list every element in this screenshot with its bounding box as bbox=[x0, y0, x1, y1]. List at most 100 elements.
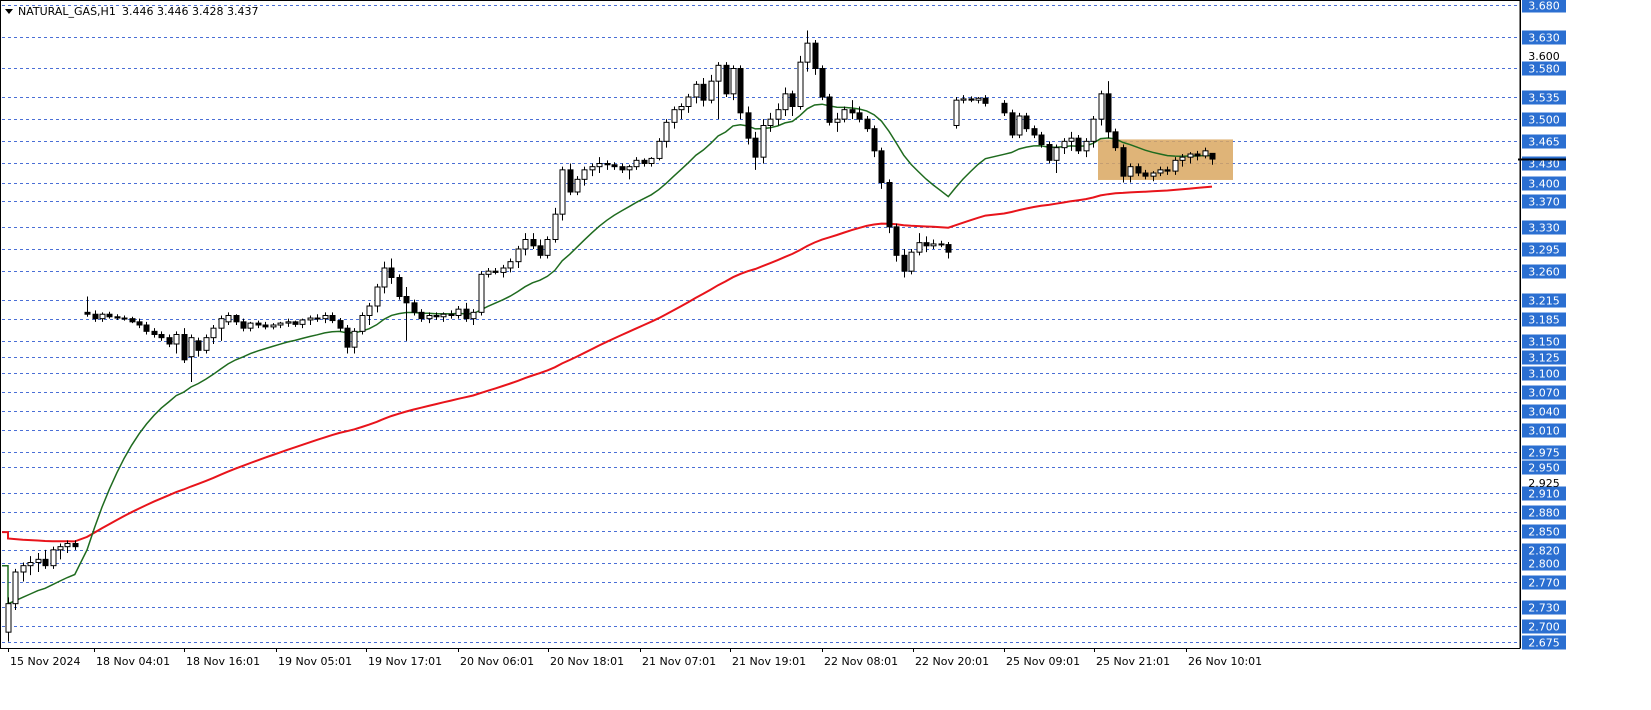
candle bbox=[92, 310, 99, 322]
candle bbox=[1105, 81, 1112, 139]
time-axis-label: 19 Nov 17:01 bbox=[368, 655, 442, 668]
candle bbox=[500, 264, 507, 278]
candle-body bbox=[797, 61, 804, 107]
price-chart[interactable]: 3.6803.6303.5803.5353.5003.4653.4303.400… bbox=[0, 0, 1651, 706]
candle-body bbox=[1068, 137, 1075, 142]
candle bbox=[886, 179, 893, 234]
candle-body bbox=[693, 83, 700, 98]
candle bbox=[775, 103, 782, 126]
candle-body bbox=[1031, 128, 1038, 136]
price-tag-label: 2.675 bbox=[1528, 637, 1560, 650]
candle-body bbox=[307, 317, 314, 321]
price-tag-label: 2.820 bbox=[1528, 545, 1560, 558]
candle bbox=[299, 318, 306, 329]
candle-body bbox=[225, 315, 232, 323]
candle bbox=[307, 315, 314, 325]
candle-body bbox=[841, 109, 848, 120]
candle bbox=[544, 236, 551, 259]
price-tag-label: 3.185 bbox=[1528, 314, 1560, 327]
candle-body bbox=[500, 267, 507, 273]
candle-body bbox=[344, 327, 351, 348]
candle bbox=[151, 328, 158, 338]
time-axis-label: 21 Nov 19:01 bbox=[732, 655, 806, 668]
candle-body bbox=[619, 166, 626, 171]
candle-body bbox=[42, 558, 49, 567]
candle bbox=[50, 546, 57, 569]
candle bbox=[552, 207, 559, 243]
candle-body bbox=[1172, 159, 1179, 172]
candle bbox=[663, 119, 670, 148]
time-axis-label: 20 Nov 06:01 bbox=[460, 655, 534, 668]
candle bbox=[804, 30, 811, 72]
price-tag-label: 2.730 bbox=[1528, 602, 1560, 615]
candle-body bbox=[723, 64, 730, 95]
candle bbox=[106, 311, 113, 319]
candle-body bbox=[767, 118, 774, 126]
price-tag-label: 2.770 bbox=[1528, 577, 1560, 590]
header-dropdown-icon[interactable] bbox=[5, 9, 13, 14]
time-axis-label: 21 Nov 07:01 bbox=[642, 655, 716, 668]
candle-body bbox=[611, 164, 618, 168]
price-tag-label: 3.010 bbox=[1528, 425, 1560, 438]
candle-body bbox=[255, 322, 262, 326]
candle bbox=[1083, 138, 1090, 158]
candle-body bbox=[478, 273, 485, 313]
candle-body bbox=[72, 543, 79, 548]
candle-body bbox=[908, 251, 915, 272]
candle-body bbox=[1157, 169, 1164, 174]
candle-body bbox=[247, 322, 254, 329]
candle bbox=[626, 164, 633, 180]
price-tag-label: 3.580 bbox=[1528, 63, 1560, 76]
candle-body bbox=[166, 337, 173, 345]
candle bbox=[708, 74, 715, 104]
candle bbox=[982, 95, 989, 107]
price-tag-label: 3.215 bbox=[1528, 295, 1560, 308]
candle bbox=[225, 312, 232, 325]
candle-body bbox=[968, 98, 975, 101]
candle bbox=[1090, 116, 1097, 148]
candle-body bbox=[114, 316, 121, 319]
candle-body bbox=[826, 96, 833, 123]
symbol-label: NATURAL_GAS,H1 bbox=[18, 5, 116, 18]
candle bbox=[455, 306, 462, 319]
candle bbox=[574, 176, 581, 196]
candle bbox=[440, 312, 447, 322]
candle bbox=[908, 249, 915, 275]
candle-body bbox=[270, 324, 277, 328]
candle bbox=[834, 112, 841, 132]
candle-body bbox=[960, 98, 967, 101]
candle bbox=[559, 166, 566, 221]
candle-body bbox=[463, 308, 470, 320]
candle-body bbox=[1061, 140, 1068, 149]
candle-body bbox=[1105, 93, 1112, 133]
candle-body bbox=[567, 169, 574, 193]
candle bbox=[218, 315, 225, 341]
candle bbox=[782, 87, 789, 116]
candle-body bbox=[92, 313, 99, 320]
candle-body bbox=[203, 337, 210, 351]
price-tag-label: 3.150 bbox=[1528, 336, 1560, 349]
candle-body bbox=[277, 322, 284, 326]
candle-body bbox=[411, 302, 418, 313]
candle-body bbox=[359, 315, 366, 332]
candle-body bbox=[752, 137, 759, 158]
candle-body bbox=[396, 277, 403, 297]
candle-body bbox=[812, 42, 819, 70]
candle-body bbox=[433, 315, 440, 318]
candle bbox=[1031, 125, 1038, 139]
candle bbox=[515, 245, 522, 268]
price-tag-label: 3.500 bbox=[1528, 114, 1560, 127]
candle-body bbox=[945, 244, 952, 253]
candle-body bbox=[1194, 153, 1201, 157]
candle-body bbox=[641, 159, 648, 164]
candle-body bbox=[1142, 172, 1149, 177]
candle-body bbox=[663, 121, 670, 142]
candle-body bbox=[233, 315, 240, 323]
candle bbox=[143, 321, 150, 335]
candle bbox=[84, 296, 91, 317]
candle bbox=[589, 163, 596, 177]
candle bbox=[901, 249, 908, 278]
chart-area[interactable]: 3.680 3.630 3.580 3.535 3.500 3.465 3.430 3.400… bbox=[0, 0, 1651, 706]
candle-body bbox=[626, 166, 633, 171]
candle-body bbox=[470, 311, 477, 320]
